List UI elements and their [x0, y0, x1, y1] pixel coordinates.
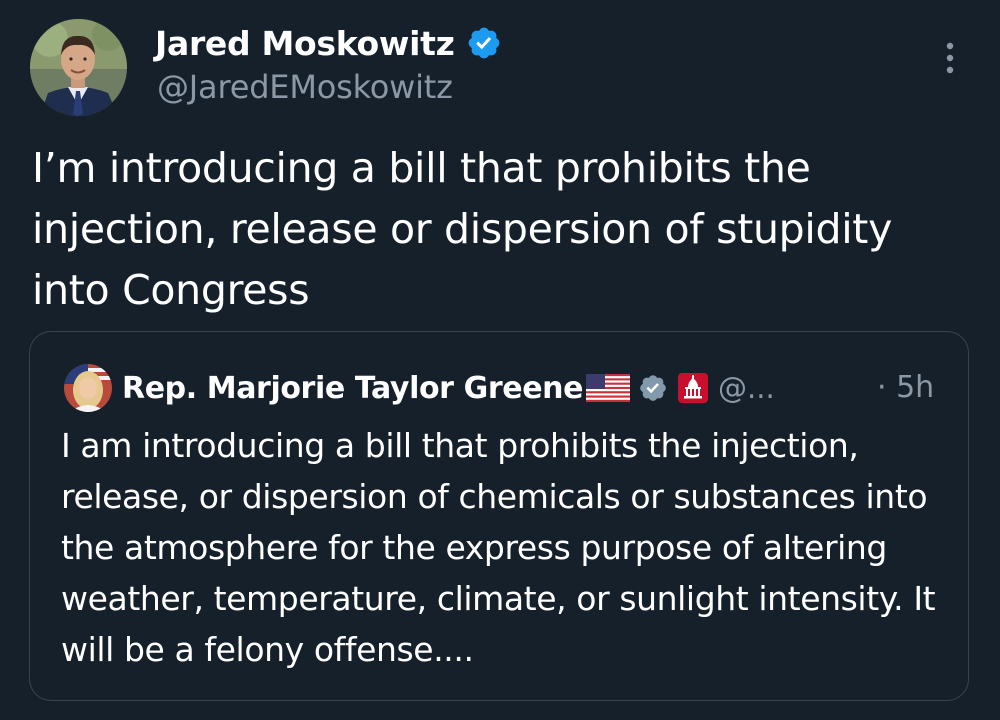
- gray-verified-icon: [640, 375, 666, 401]
- author-name-row[interactable]: Jared Moskowitz: [155, 18, 502, 68]
- profile-photo: [30, 19, 127, 116]
- more-vertical-icon[interactable]: [938, 40, 962, 80]
- author-handle[interactable]: @JaredEMoskowitz: [157, 68, 453, 106]
- tweet-text: I’m introducing a bill that prohibits th…: [32, 144, 893, 314]
- verified-badge-icon: [469, 27, 500, 59]
- quoted-author-handle[interactable]: @...: [718, 371, 775, 405]
- quoted-tweet-card[interactable]: Rep. Marjorie Taylor Greene @... · 5h I …: [29, 331, 969, 701]
- quoted-author-name[interactable]: Rep. Marjorie Taylor Greene: [122, 371, 583, 406]
- author-avatar[interactable]: [30, 19, 127, 116]
- quoted-profile-photo: [64, 364, 112, 412]
- quoted-author-header[interactable]: Rep. Marjorie Taylor Greene @...: [122, 362, 775, 414]
- quoted-author-avatar[interactable]: [64, 364, 112, 412]
- quoted-timestamp[interactable]: · 5h: [877, 362, 934, 414]
- us-flag-icon: [586, 374, 631, 402]
- author-display-name[interactable]: Jared Moskowitz: [155, 24, 455, 63]
- quoted-tweet-text: I am introducing a bill that prohibits t…: [61, 426, 936, 669]
- capitol-icon: [678, 373, 709, 403]
- tweet: Jared Moskowitz @JaredEMoskowitz I’m int…: [0, 0, 1000, 720]
